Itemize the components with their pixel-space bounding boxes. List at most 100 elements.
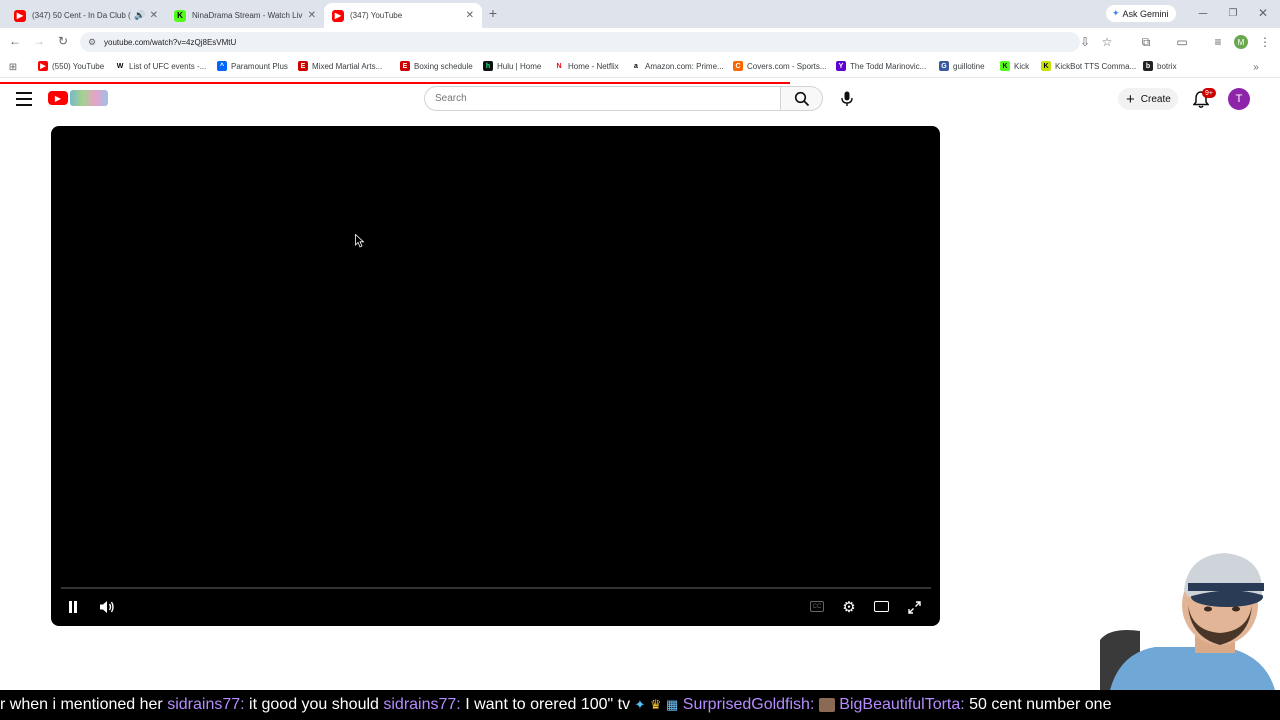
bookmark-star-icon[interactable]: ☆ bbox=[1100, 35, 1114, 49]
bookmark-site-icon: G bbox=[939, 61, 949, 71]
volume-icon bbox=[100, 601, 114, 613]
bookmark-netflix[interactable]: N Home - Netflix bbox=[554, 61, 619, 71]
close-tab-icon[interactable]: ✕ bbox=[150, 10, 158, 21]
video-progress-bar[interactable] bbox=[61, 587, 931, 589]
crown-emote-icon: ♛ bbox=[649, 697, 662, 712]
apps-grid-icon[interactable]: ⊞ bbox=[7, 61, 19, 73]
tab-title: (347) 50 Cent - In Da Club ( bbox=[32, 11, 131, 20]
youtube-icon: ▶ bbox=[14, 9, 26, 22]
pause-icon bbox=[69, 601, 77, 613]
bookmark-label: The Todd Marinovic... bbox=[850, 61, 927, 71]
bookmark-label: Covers.com - Sports... bbox=[747, 61, 827, 71]
bookmark-hulu[interactable]: h Hulu | Home bbox=[483, 61, 541, 71]
url-text: youtube.com/watch?v=4zQj8EsVMtU bbox=[104, 37, 237, 47]
tab-search-icon[interactable]: ▭ bbox=[1174, 34, 1190, 50]
bookmark-youtube[interactable]: ▶ (550) YouTube bbox=[38, 61, 104, 71]
extensions-icon[interactable]: ⧉ bbox=[1138, 34, 1154, 50]
bookmark-kick[interactable]: K Kick bbox=[1000, 61, 1029, 71]
tab-ninadrama[interactable]: K NinaDrama Stream - Watch Liv ✕ bbox=[166, 3, 324, 28]
bookmark-boxing[interactable]: E Boxing schedule bbox=[400, 61, 473, 71]
restore-icon[interactable]: ❐ bbox=[1226, 6, 1240, 20]
fullscreen-button[interactable] bbox=[906, 599, 922, 615]
tab-in-da-club[interactable]: ▶ (347) 50 Cent - In Da Club ( 🔊 ✕ bbox=[6, 3, 166, 28]
kickbot-icon: K bbox=[1041, 61, 1051, 71]
search-input[interactable]: Search bbox=[424, 86, 781, 111]
notifications-button[interactable]: 9+ bbox=[1192, 88, 1216, 109]
chat-username: SurprisedGoldfish: bbox=[682, 696, 815, 713]
forward-icon[interactable]: → bbox=[32, 34, 46, 48]
bookmark-botrix[interactable]: b botrix bbox=[1143, 61, 1177, 71]
bookmark-label: botrix bbox=[1157, 61, 1177, 71]
espn-icon: E bbox=[400, 61, 410, 71]
voice-search-button[interactable] bbox=[836, 88, 858, 110]
bookmark-mma[interactable]: E Mixed Martial Arts... bbox=[298, 61, 382, 71]
video-player[interactable]: CC ⚙ bbox=[51, 126, 940, 626]
kick-icon: K bbox=[174, 9, 186, 22]
minimize-icon[interactable]: ─ bbox=[1196, 6, 1210, 20]
bookmark-label: KickBot TTS Comma... bbox=[1055, 61, 1137, 71]
volume-button[interactable] bbox=[98, 599, 116, 615]
bookmark-ufc-events[interactable]: W List of UFC events -... bbox=[115, 61, 206, 71]
bookmark-label: Mixed Martial Arts... bbox=[312, 61, 383, 71]
youtube-logo-icon[interactable]: ▶ bbox=[48, 91, 68, 105]
streamer-webcam-image bbox=[1080, 545, 1280, 690]
chat-message-text: I want to orered 100" tv bbox=[465, 696, 631, 713]
close-tab-icon[interactable]: ✕ bbox=[308, 10, 316, 21]
close-tab-icon[interactable]: ✕ bbox=[466, 10, 474, 21]
captions-icon[interactable]: CC bbox=[810, 601, 824, 612]
more-bookmarks-icon[interactable]: » bbox=[1250, 61, 1262, 73]
speaker-icon[interactable]: 🔊 bbox=[134, 10, 145, 21]
hamburger-menu-icon[interactable] bbox=[16, 92, 32, 106]
bookmark-paramount[interactable]: ^ Paramount Plus bbox=[217, 61, 288, 71]
address-bar[interactable]: ⚙ youtube.com/watch?v=4zQj8EsVMtU ⇩ ☆ bbox=[80, 32, 1112, 52]
pause-button[interactable] bbox=[65, 599, 81, 615]
bookmark-label: Boxing schedule bbox=[414, 61, 473, 71]
install-app-icon[interactable]: ⇩ bbox=[1078, 35, 1092, 49]
notification-count-badge: 9+ bbox=[1202, 88, 1216, 98]
reload-icon[interactable]: ↻ bbox=[56, 34, 70, 48]
bookmark-label: Home - Netflix bbox=[568, 61, 619, 71]
espn-icon: E bbox=[298, 61, 308, 71]
youtube-doodle-logo[interactable] bbox=[70, 90, 108, 106]
badge-emote-icon: ▦ bbox=[666, 697, 679, 712]
profile-avatar[interactable]: M bbox=[1234, 35, 1248, 49]
tab-youtube[interactable]: ▶ (347) YouTube ✕ bbox=[324, 3, 482, 28]
youtube-icon: ▶ bbox=[38, 61, 48, 71]
search-button[interactable] bbox=[781, 86, 823, 111]
sword-emote-icon: ✦ bbox=[634, 697, 646, 712]
yahoo-icon: Y bbox=[836, 61, 846, 71]
account-avatar[interactable]: T bbox=[1228, 88, 1250, 110]
plus-icon: + bbox=[1126, 90, 1135, 108]
site-info-icon[interactable]: ⚙ bbox=[86, 36, 98, 48]
paramount-icon: ^ bbox=[217, 61, 227, 71]
bookmark-guillotine[interactable]: Gguillotine bbox=[939, 61, 985, 71]
close-window-icon[interactable]: ✕ bbox=[1256, 6, 1270, 20]
bookmark-todd-marinovic[interactable]: Y The Todd Marinovic... bbox=[836, 61, 926, 71]
new-tab-icon[interactable]: + bbox=[486, 5, 500, 21]
netflix-icon: N bbox=[554, 61, 564, 71]
settings-gear-icon[interactable]: ⚙ bbox=[841, 599, 857, 616]
amazon-icon: a bbox=[631, 61, 641, 71]
media-controls-icon[interactable]: ≡ bbox=[1210, 34, 1226, 50]
menu-kebab-icon[interactable]: ⋮ bbox=[1258, 34, 1272, 50]
browser-tab-strip: ▶ (347) 50 Cent - In Da Club ( 🔊 ✕ K Nin… bbox=[0, 0, 1280, 28]
bookmark-amazon[interactable]: a Amazon.com: Prime... bbox=[631, 61, 724, 71]
profile-initial: M bbox=[1237, 37, 1245, 47]
search-placeholder: Search bbox=[435, 93, 467, 104]
bookmark-kickbot[interactable]: K KickBot TTS Comma... bbox=[1041, 61, 1136, 71]
chat-ticker-text: r when i mentioned her sidrains77: it go… bbox=[0, 696, 1111, 714]
mouse-cursor-icon bbox=[355, 234, 365, 248]
tab-title: (347) YouTube bbox=[350, 11, 403, 20]
ask-gemini-button[interactable]: ✦ Ask Gemini bbox=[1106, 5, 1176, 22]
gemini-icon: ✦ bbox=[1112, 8, 1120, 18]
face-emote-icon bbox=[818, 697, 835, 712]
back-icon[interactable]: ← bbox=[8, 34, 22, 48]
bookmark-label: Amazon.com: Prime... bbox=[645, 61, 724, 71]
wikipedia-icon: W bbox=[115, 61, 125, 71]
create-label: Create bbox=[1140, 93, 1171, 105]
botrix-icon: b bbox=[1143, 61, 1153, 71]
create-button[interactable]: + Create bbox=[1118, 88, 1178, 110]
bookmark-covers[interactable]: C Covers.com - Sports... bbox=[733, 61, 827, 71]
theater-mode-icon[interactable] bbox=[874, 601, 889, 612]
chat-message-text: it good you should bbox=[249, 696, 379, 713]
